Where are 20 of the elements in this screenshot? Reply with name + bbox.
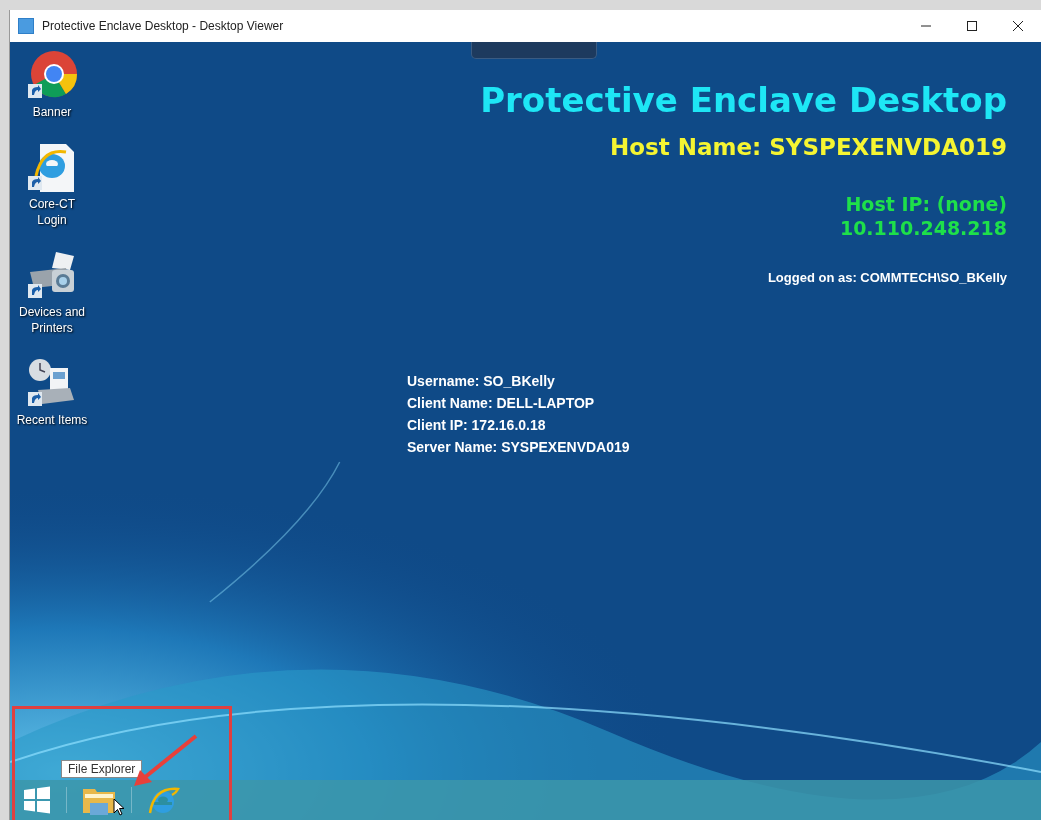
icon-label: Recent Items — [15, 412, 89, 428]
client-info-line: Client Name: DELL-LAPTOP — [407, 394, 596, 413]
host-name: Host Name: SYSPEXENVDA019 — [609, 134, 1007, 160]
host-ip: Host IP: (none) — [845, 192, 1007, 216]
icon-label: Devices and Printers — [17, 304, 86, 336]
ip-address: 10.110.248.218 — [839, 216, 1007, 240]
banner-title: Protective Enclave Desktop — [480, 79, 1007, 122]
window-title: Protective Enclave Desktop - Desktop Viewer — [42, 19, 284, 33]
client-info-line: Server Name: SYSPEXENVDA019 — [407, 438, 631, 457]
icon-label: Core-CT Login — [28, 196, 76, 228]
client-info-line: Client IP: 172.16.0.18 — [407, 416, 547, 435]
logged-on-text: Logged on as: COMMTECH\SO_BKelly — [767, 270, 1007, 285]
close-icon — [1012, 20, 1024, 32]
toolbar-handle[interactable] — [471, 42, 597, 59]
mouse-cursor-icon — [113, 798, 125, 816]
tooltip: File Explorer — [61, 760, 143, 778]
client-info-line: Username: SO_BKelly — [407, 372, 556, 391]
maximize-icon — [966, 20, 978, 32]
app-icon — [18, 18, 34, 34]
icon-label: Banner — [31, 104, 73, 120]
